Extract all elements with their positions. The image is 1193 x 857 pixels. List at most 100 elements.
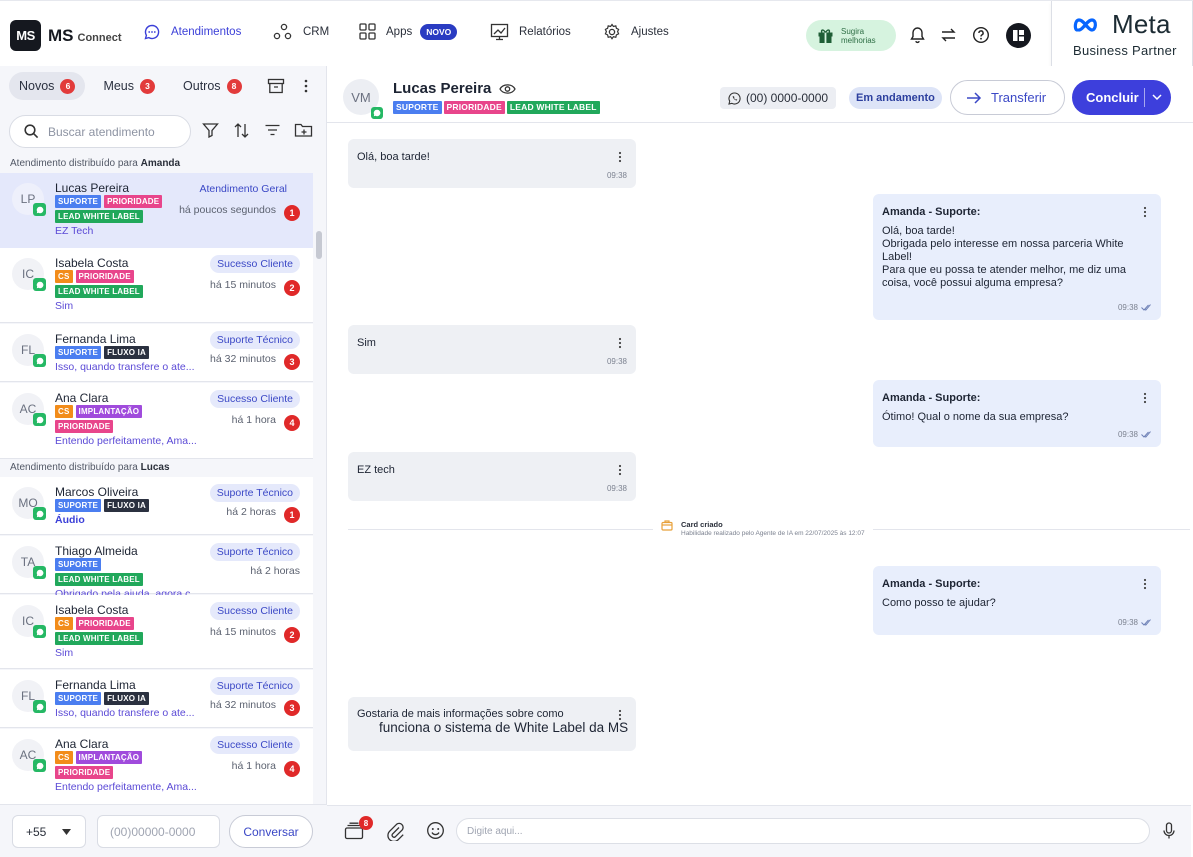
contact-tags: CS IMPLANTAÇÃO PRIORIDADE [55, 751, 183, 779]
contact-tags: SUPORTE FLUXO IA [55, 692, 183, 705]
tag-label: SUPORTE [393, 101, 442, 114]
new-conversation-bar: +55 Conversar [0, 804, 327, 857]
conversation-item[interactable]: AC Ana Clara CS IMPLANTAÇÃO PRIORIDADE Entend… [0, 729, 313, 805]
more-vertical-icon[interactable] [303, 78, 309, 94]
group-label-lucas: Atendimento distribuído para Lucas [10, 462, 170, 473]
message-menu-icon[interactable] [618, 464, 622, 476]
message-menu-icon[interactable] [618, 151, 622, 163]
whatsapp-icon [33, 413, 46, 426]
last-activity-time: há 15 minutos [210, 626, 276, 638]
conversation-item[interactable]: FL Fernanda Lima SUPORTE FLUXO IA Isso, quan… [0, 324, 313, 382]
message-text: Ótimo! Qual o nome da sua empresa? [882, 411, 1069, 423]
nav-apps[interactable]: Apps NOVO [359, 23, 458, 40]
tag-label: CS [55, 617, 73, 630]
tag-label: LEAD WHITE LABEL [506, 101, 600, 114]
contact-tags: SUPORTE LEAD WHITE LABEL [55, 558, 183, 586]
conversation-item[interactable]: LP Lucas Pereira SUPORTE PRIORIDADE LEAD WHI… [0, 173, 313, 249]
bell-icon[interactable] [909, 26, 926, 44]
nav-relatorios[interactable]: Relatórios [490, 23, 571, 41]
tag-label: LEAD WHITE LABEL [55, 632, 143, 645]
system-event-title: Card criado [681, 520, 723, 529]
message-bubble-outgoing: Amanda - Suporte: Como posso te ajudar? 09… [873, 566, 1161, 635]
phone-input[interactable] [97, 815, 220, 848]
unread-count-badge: 4 [284, 415, 300, 431]
top-bar: MS MS Connect Atendimentos CRM Apps NOVO… [0, 0, 1193, 78]
tab-outros[interactable]: Outros 8 [173, 72, 252, 100]
suggest-line-1: Sugira [841, 26, 865, 36]
user-avatar[interactable] [1006, 23, 1031, 48]
transfer-label: Transferir [991, 90, 1047, 105]
last-message-preview: Sim [55, 300, 74, 312]
nav-atendimentos-label: Atendimentos [171, 26, 242, 38]
contact-name: Fernanda Lima [55, 332, 136, 346]
tab-meus[interactable]: Meus 3 [93, 72, 165, 100]
message-bubble-incoming: EZ tech 09:38 [348, 452, 636, 501]
chevron-down-icon[interactable] [1151, 91, 1163, 103]
sort-icon[interactable] [233, 122, 250, 139]
list-scrollbar[interactable] [316, 231, 322, 259]
list-filter-icon[interactable] [264, 122, 281, 138]
meta-logo: Meta [1073, 9, 1171, 40]
tag-label: SUPORTE [55, 346, 102, 359]
brand[interactable]: MS MS Connect [10, 20, 122, 51]
message-menu-icon[interactable] [618, 337, 622, 349]
microphone-icon[interactable] [1163, 822, 1175, 840]
group-prefix: Atendimento distribuído para [10, 158, 141, 169]
brand-subtitle: Connect [77, 32, 122, 44]
contact-tags: CS PRIORIDADE LEAD WHITE LABEL [55, 617, 183, 645]
conversation-item[interactable]: AC Ana Clara CS IMPLANTAÇÃO PRIORIDADE Entend… [0, 383, 313, 459]
eye-icon[interactable] [499, 83, 517, 95]
archive-icon[interactable] [267, 78, 285, 94]
paperclip-icon[interactable] [386, 821, 404, 841]
start-conversation-button[interactable]: Conversar [229, 815, 313, 848]
tab-outros-count: 8 [226, 78, 242, 94]
tag-label: PRIORIDADE [75, 617, 134, 630]
conversation-item[interactable]: MO Marcos Oliveira SUPORTE FLUXO IA Áudio Sup… [0, 477, 313, 535]
unread-count-badge: 3 [284, 700, 300, 716]
tag-label: LEAD WHITE LABEL [55, 210, 143, 223]
conversation-item[interactable]: TA Thiago Almeida SUPORTE LEAD WHITE LABEL O… [0, 536, 313, 600]
whatsapp-outline-icon [728, 91, 741, 105]
message-menu-icon[interactable] [1143, 392, 1147, 404]
whatsapp-icon [371, 107, 383, 119]
last-activity-time: há 32 minutos [210, 699, 276, 711]
tab-novos[interactable]: Novos 6 [9, 72, 86, 100]
message-input[interactable] [456, 818, 1150, 844]
contact-tags: CS PRIORIDADE LEAD WHITE LABEL [55, 270, 183, 298]
transfer-button[interactable]: Transferir [950, 80, 1065, 115]
message-menu-icon[interactable] [1143, 578, 1147, 590]
conversation-item[interactable]: FL Fernanda Lima SUPORTE FLUXO IA Isso, quan… [0, 670, 313, 728]
search-input[interactable] [48, 124, 178, 139]
swap-arrows-icon[interactable] [940, 26, 957, 44]
last-message-preview: Áudio [55, 514, 85, 526]
user-logo-icon [1013, 30, 1024, 41]
folder-add-icon[interactable] [294, 122, 313, 138]
unread-count-badge: 2 [284, 627, 300, 643]
emoji-icon[interactable] [426, 821, 445, 840]
contact-name: Fernanda Lima [55, 678, 136, 692]
filter-icon[interactable] [202, 122, 219, 138]
nav-atendimentos[interactable]: Atendimentos [143, 23, 241, 41]
conversation-list-panel: Novos 6 Meus 3 Outros 8 Atendimento distrib… [0, 66, 327, 857]
conversation-item[interactable]: IC Isabela Costa CS PRIORIDADE LEAD WHITE LA… [0, 248, 313, 323]
country-code-select[interactable]: +55 [12, 815, 86, 848]
message-menu-icon[interactable] [1143, 206, 1147, 218]
tab-novos-label: Novos [19, 79, 55, 93]
suggest-improvements-button[interactable]: Sugira melhorias [806, 20, 896, 51]
tag-label: FLUXO IA [104, 346, 150, 359]
tag-label: FLUXO IA [104, 499, 150, 512]
group-agent-name: Lucas [140, 462, 170, 473]
contact-tags: SUPORTE PRIORIDADE LEAD WHITE LABEL [393, 101, 600, 114]
nav-ajustes[interactable]: Ajustes [603, 23, 669, 41]
conversation-tabs: Novos 6 Meus 3 Outros 8 [9, 72, 260, 100]
conclude-button[interactable]: Concluir [1072, 80, 1171, 115]
message-text: Como posso te ajudar? [882, 597, 996, 609]
unread-count-badge: 2 [284, 280, 300, 296]
message-sender: Amanda - Suporte: [882, 578, 981, 590]
help-icon[interactable] [972, 26, 990, 44]
group-label-amanda: Atendimento distribuído para Amanda [10, 158, 180, 169]
nav-crm-label: CRM [303, 26, 330, 38]
contact-name: Isabela Costa [55, 603, 129, 617]
nav-crm[interactable]: CRM [273, 23, 329, 41]
conversation-item[interactable]: IC Isabela Costa CS PRIORIDADE LEAD WHITE LA… [0, 595, 313, 669]
